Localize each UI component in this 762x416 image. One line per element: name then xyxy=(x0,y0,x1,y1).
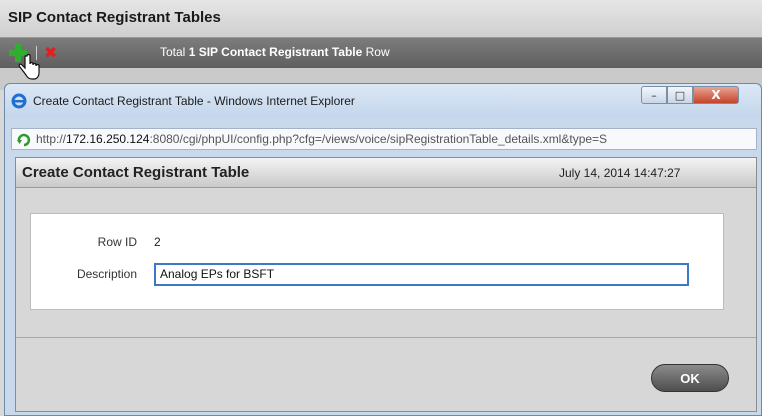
dialog-timestamp: July 14, 2014 14:47:27 xyxy=(559,166,681,180)
description-field[interactable]: Analog EPs for BSFT xyxy=(154,263,689,286)
page-title: SIP Contact Registrant Tables xyxy=(8,9,221,26)
refresh-icon xyxy=(17,133,31,147)
ie-window: Create Contact Registrant Table - Window… xyxy=(4,83,762,416)
description-label: Description xyxy=(76,267,137,281)
total-rows-text: Total 1 SIP Contact Registrant Table Row xyxy=(160,45,390,59)
form-panel: Row ID 2 Description Analog EPs for BSFT xyxy=(30,213,724,310)
window-controls: – □ X xyxy=(641,86,739,106)
maximize-button[interactable]: □ xyxy=(667,86,693,104)
url-text: http://172.16.250.124:8080/cgi/phpUI/con… xyxy=(36,132,608,146)
close-button[interactable]: X xyxy=(693,86,739,104)
row-id-value: 2 xyxy=(154,235,161,249)
x-icon[interactable]: ✖ xyxy=(44,43,57,62)
row-id-label: Row ID xyxy=(97,235,137,249)
create-dialog: Create Contact Registrant Table July 14,… xyxy=(15,157,757,412)
window-titlebar[interactable]: Create Contact Registrant Table - Window… xyxy=(5,84,761,118)
hand-cursor-icon xyxy=(18,54,40,80)
ok-button[interactable]: OK xyxy=(651,364,729,392)
dialog-header: Create Contact Registrant Table July 14,… xyxy=(16,158,756,188)
window-title: Create Contact Registrant Table - Window… xyxy=(33,94,355,108)
dialog-divider xyxy=(16,337,756,338)
dialog-title: Create Contact Registrant Table xyxy=(22,164,250,181)
ie-logo-icon xyxy=(11,93,27,109)
address-bar[interactable]: http://172.16.250.124:8080/cgi/phpUI/con… xyxy=(11,128,757,150)
minimize-button[interactable]: – xyxy=(641,86,667,104)
page-header: SIP Contact Registrant Tables xyxy=(0,0,762,38)
